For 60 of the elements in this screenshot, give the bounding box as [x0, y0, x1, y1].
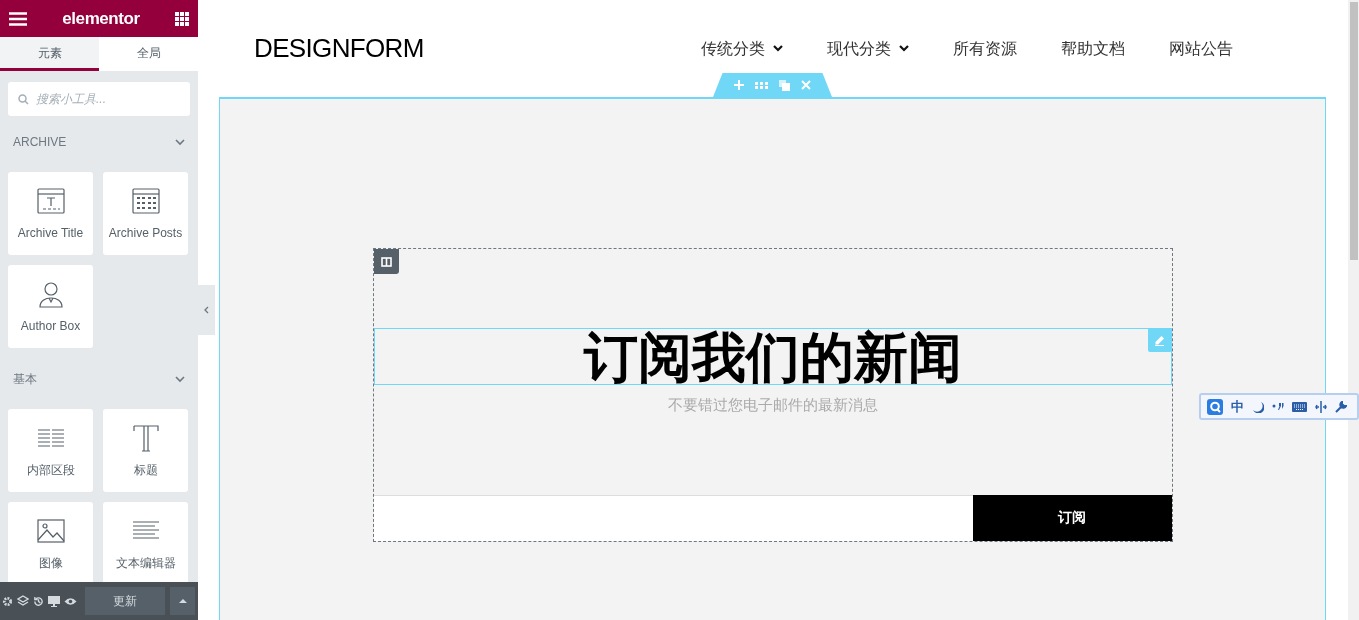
nav-link[interactable]: 传统分类: [701, 36, 783, 61]
nav-link[interactable]: 所有资源: [953, 36, 1017, 61]
scrollbar-thumb[interactable]: [1349, 2, 1358, 260]
category-title[interactable]: 基本: [13, 370, 37, 388]
caret-up-button[interactable]: [169, 587, 195, 615]
column-handle[interactable]: [373, 249, 399, 274]
heading: 订阅我们的新闻: [583, 329, 962, 384]
moon-icon[interactable]: [1252, 400, 1264, 413]
widget-label: 标题: [133, 461, 158, 479]
subheading: 不要错过您电子邮件的最新消息: [666, 395, 879, 415]
site-logo[interactable]: DESIGNFORM: [254, 29, 424, 68]
nav-link[interactable]: 帮助文档: [1061, 36, 1125, 61]
eye-icon[interactable]: [64, 596, 77, 606]
search-field[interactable]: 搜索小工具...: [8, 82, 190, 116]
widget-card[interactable]: 内部区段: [8, 409, 93, 492]
widget-card[interactable]: Archive Posts: [103, 172, 188, 255]
widget-card[interactable]: 标题: [103, 409, 188, 492]
wrench-icon[interactable]: [1335, 400, 1347, 413]
heading-widget[interactable]: 订阅我们的新闻: [373, 328, 1172, 385]
grid-icon[interactable]: [175, 11, 189, 26]
drag-handle-icon[interactable]: [755, 81, 768, 89]
split-icon[interactable]: [1315, 400, 1327, 413]
subscribe-button[interactable]: 订阅: [972, 495, 1172, 541]
panel-tab[interactable]: 元素: [0, 37, 99, 71]
keyboard-icon[interactable]: [1292, 401, 1307, 412]
update-button[interactable]: 更新: [85, 587, 165, 615]
collapse-handle[interactable]: [198, 285, 215, 335]
widget-label: 内部区段: [26, 461, 75, 479]
email-field[interactable]: [373, 495, 973, 541]
widget-label: 图像: [38, 554, 63, 572]
widget-card[interactable]: 文本编辑器: [103, 502, 188, 582]
widget-label: Archive Title: [17, 224, 84, 242]
category-title[interactable]: ARCHIVE: [13, 133, 67, 151]
chevron-icon[interactable]: [175, 137, 185, 147]
brand-name: elementor: [62, 7, 140, 30]
input-mode[interactable]: 中: [1231, 396, 1244, 417]
history-icon[interactable]: [33, 595, 44, 607]
widget-card[interactable]: Archive Title: [8, 172, 93, 255]
window-grid-icon: [130, 185, 161, 216]
widget-card[interactable]: 图像: [8, 502, 93, 582]
columns-icon: [380, 256, 392, 267]
chevron-icon[interactable]: [175, 374, 185, 384]
widget-label: Author Box: [20, 317, 81, 335]
widget-label: 文本编辑器: [115, 554, 176, 572]
nav-link[interactable]: 现代分类: [827, 36, 909, 61]
menu-icon[interactable]: [9, 11, 27, 26]
chevron-left-icon: [204, 306, 209, 314]
caret-up-icon: [178, 599, 187, 603]
search-icon: [18, 94, 29, 105]
gear-icon[interactable]: [2, 595, 13, 607]
layers-icon[interactable]: [17, 595, 29, 607]
widget-card[interactable]: Author Box: [8, 265, 93, 348]
nav-link[interactable]: 网站公告: [1169, 36, 1233, 61]
punctuation-icon[interactable]: [1272, 401, 1284, 412]
widget-label: Archive Posts: [108, 224, 183, 242]
search-app-icon[interactable]: [1207, 398, 1223, 415]
window-text-icon: [35, 185, 66, 216]
letter-t-icon: [130, 422, 161, 453]
monitor-icon[interactable]: [48, 595, 60, 607]
pencil-icon: [1154, 334, 1165, 346]
